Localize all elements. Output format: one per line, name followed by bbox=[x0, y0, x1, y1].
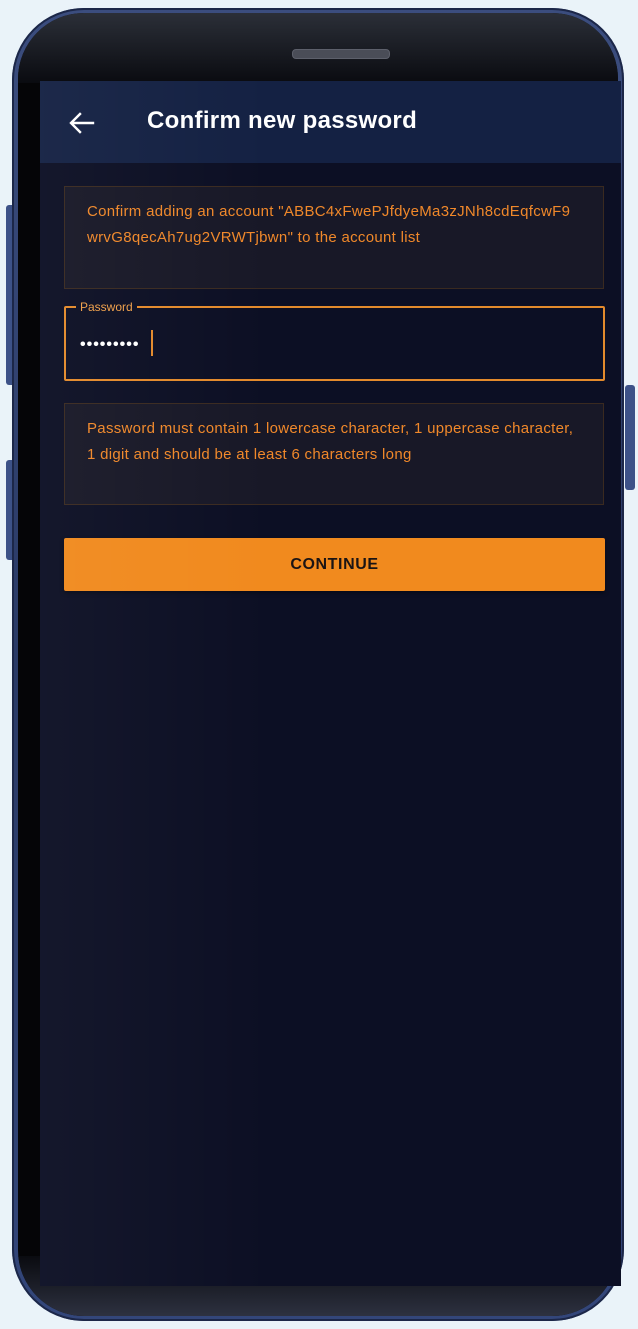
device-mockup: Confirm new password Confirm adding an a… bbox=[0, 0, 638, 1329]
phone-frame: Confirm new password Confirm adding an a… bbox=[12, 8, 624, 1321]
password-input[interactable]: ••••••••• bbox=[80, 335, 139, 355]
password-field-label: Password bbox=[76, 299, 137, 315]
account-notice: Confirm adding an account "ABBC4xFwePJfd… bbox=[64, 186, 604, 289]
power-button bbox=[625, 385, 635, 490]
app-screen: Confirm new password Confirm adding an a… bbox=[40, 81, 621, 1286]
earpiece-speaker bbox=[292, 49, 390, 59]
app-bar: Confirm new password bbox=[40, 81, 621, 163]
continue-button[interactable]: CONTINUE bbox=[64, 538, 605, 591]
password-field[interactable]: Password ••••••••• bbox=[64, 299, 605, 381]
password-requirements: Password must contain 1 lowercase charac… bbox=[64, 403, 604, 505]
back-button[interactable] bbox=[62, 103, 102, 143]
page-title: Confirm new password bbox=[147, 107, 418, 134]
arrow-left-icon bbox=[69, 112, 95, 134]
text-caret bbox=[151, 330, 153, 356]
